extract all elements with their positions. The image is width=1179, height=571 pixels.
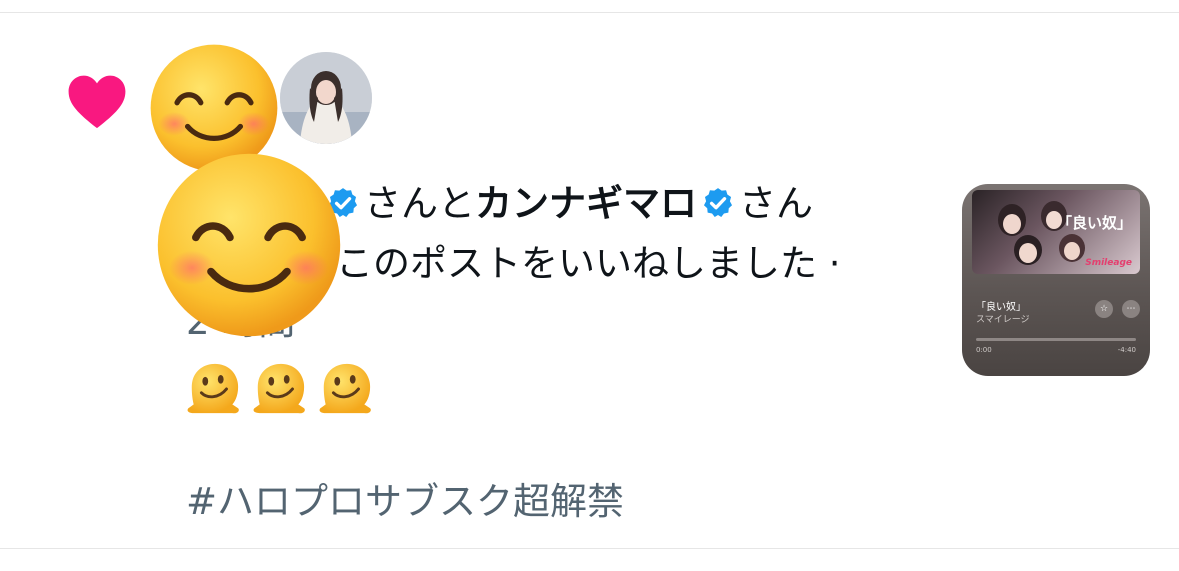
- heart-icon: [68, 75, 126, 129]
- smiling-face-emoji: [157, 153, 341, 337]
- emoji-line: [184, 360, 374, 416]
- bottom-divider: [0, 548, 1179, 549]
- notification-action-text: このポストをいいねしました ·: [336, 242, 841, 285]
- melting-face-emoji: [319, 363, 371, 414]
- time-elapsed: 0:00: [976, 346, 992, 354]
- playback-progress-bar[interactable]: [976, 338, 1136, 341]
- album-art-title: 「良い奴」: [1056, 214, 1132, 232]
- verified-badge-icon: [703, 188, 733, 218]
- more-icon[interactable]: ⋯: [1122, 300, 1140, 318]
- hashtag-link[interactable]: #ハロプロサブスク超解禁: [186, 478, 624, 526]
- notification-text-2: さん: [739, 182, 813, 225]
- time-remaining: -4:40: [1117, 346, 1136, 354]
- album-art: 「良い奴」 Smileage: [972, 190, 1140, 274]
- top-divider: [0, 12, 1179, 13]
- notification-text-1: さんと: [364, 182, 475, 225]
- melting-face-emoji: [253, 363, 305, 414]
- artist-name: スマイレージ: [976, 315, 1030, 325]
- star-icon[interactable]: ☆: [1095, 300, 1113, 318]
- avatar-image: [280, 52, 372, 144]
- melting-face-emoji: [187, 363, 239, 414]
- music-card[interactable]: 「良い奴」 Smileage 「良い奴」 スマイレージ ☆ ⋯ 0:00 -4:…: [962, 184, 1150, 376]
- avatar[interactable]: [280, 52, 372, 144]
- song-title: 「良い奴」: [976, 302, 1026, 313]
- user-name-link[interactable]: カンナギマロ: [475, 182, 697, 225]
- album-art-brand: Smileage: [1085, 258, 1132, 268]
